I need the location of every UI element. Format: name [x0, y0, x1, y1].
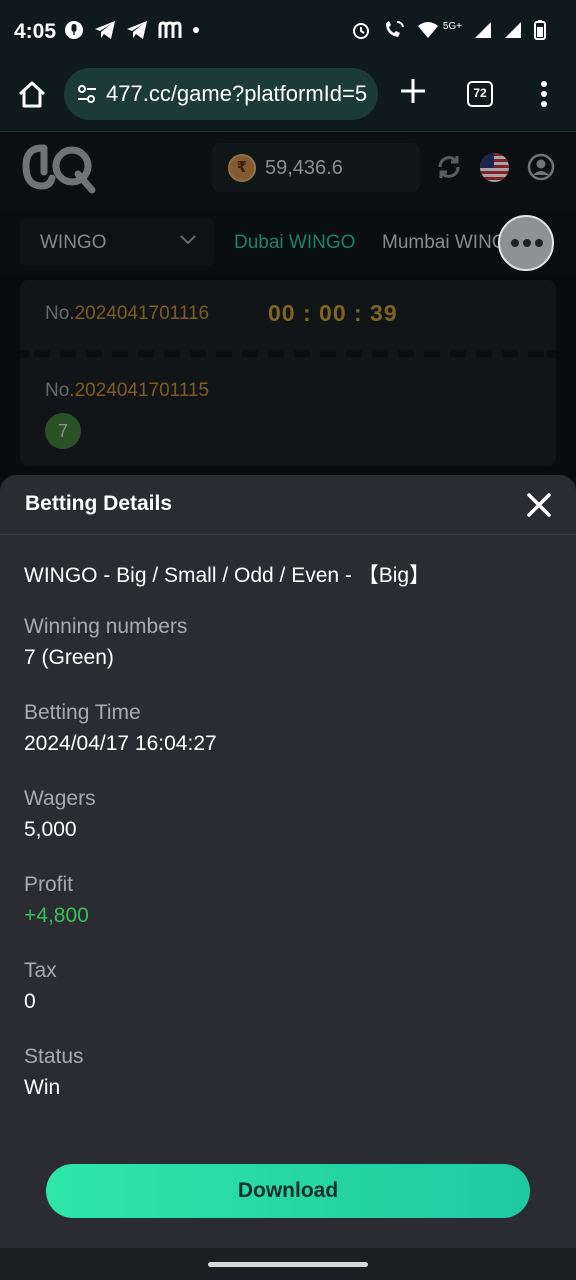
betting-time-label: Betting Time [24, 701, 141, 724]
profit-value: +4,800 [24, 904, 89, 927]
sheet-title: Betting Details [25, 492, 173, 515]
new-tab-icon[interactable] [398, 76, 428, 106]
notification-icons [64, 20, 200, 40]
navigation-bar [0, 1248, 576, 1280]
screen: 4:05 5G+ 477.cc/game?platformId=5 72 ₹ 5… [0, 0, 576, 1280]
system-icons: 5G+ [351, 20, 546, 40]
site-settings-icon[interactable] [76, 83, 98, 105]
wagers-value: 5,000 [24, 818, 77, 841]
tab-switcher-button[interactable]: 72 [467, 81, 493, 107]
mic-notification-icon [65, 21, 83, 39]
status-label: Status [24, 1045, 84, 1068]
telegram-icon [127, 21, 147, 39]
profit-label: Profit [24, 873, 74, 896]
dot [523, 239, 531, 247]
signal-icon [475, 22, 491, 38]
telegram-icon [95, 21, 115, 39]
wifi-call-icon [385, 21, 404, 37]
home-icon[interactable] [16, 79, 48, 111]
status-bar: 4:05 5G+ [0, 0, 576, 66]
sheet-header: Betting Details [0, 475, 576, 535]
betting-time-value: 2024/04/17 16:04:27 [24, 732, 217, 755]
dot [535, 239, 543, 247]
tax-value: 0 [24, 990, 36, 1013]
winning-numbers-value: 7 (Green) [24, 646, 114, 669]
wifi-icon [417, 22, 438, 38]
wagers-label: Wagers [24, 787, 96, 810]
bet-type: WINGO - Big / Small / Odd / Even - 【Big】 [24, 564, 431, 587]
browser-toolbar: 477.cc/game?platformId=5 72 [0, 66, 576, 132]
status-time: 4:05 [14, 20, 57, 43]
betting-details-sheet: Betting Details WINGO - Big / Small / Od… [0, 475, 576, 1248]
home-gesture-handle[interactable] [208, 1262, 368, 1267]
dot-icon [193, 27, 199, 33]
tax-label: Tax [24, 959, 57, 982]
status-value: Win [24, 1076, 61, 1099]
m-app-icon [158, 21, 182, 38]
address-bar[interactable]: 477.cc/game?platformId=5 [64, 68, 378, 120]
more-vert-icon[interactable] [538, 80, 550, 108]
url-text[interactable]: 477.cc/game?platformId=5 [106, 81, 367, 107]
download-button[interactable]: Download [46, 1164, 530, 1218]
close-icon[interactable] [524, 490, 554, 520]
battery-icon [534, 20, 546, 40]
dot [511, 239, 519, 247]
signal-icon [505, 22, 521, 38]
network-type-label: 5G+ [442, 20, 462, 32]
alarm-icon [352, 23, 369, 39]
more-options-button[interactable] [498, 215, 554, 271]
winning-numbers-label: Winning numbers [24, 615, 188, 638]
